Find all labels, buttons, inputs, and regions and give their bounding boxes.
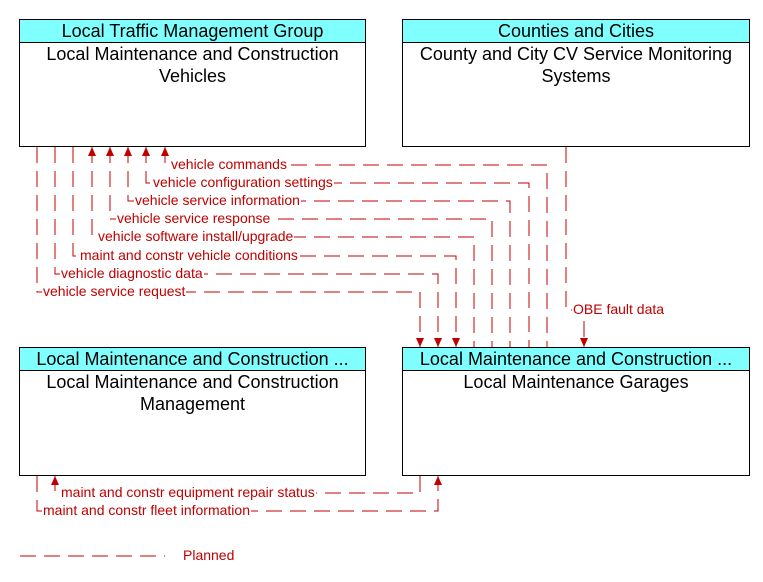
flow-label: OBE fault data xyxy=(572,301,666,317)
box-lmc-management[interactable]: Local Maintenance and Construction ... L… xyxy=(19,347,366,476)
box-header: Local Maintenance and Construction ... xyxy=(20,348,365,371)
arrowhead-icon xyxy=(580,338,588,347)
legend-label: Planned xyxy=(182,547,236,563)
box-header: Local Traffic Management Group xyxy=(20,20,365,43)
box-header: Local Maintenance and Construction ... xyxy=(403,348,749,371)
flow-label: vehicle software install/upgrade xyxy=(97,228,295,244)
flow-label: vehicle configuration settings xyxy=(152,174,334,190)
arrowhead-icon xyxy=(434,476,442,485)
box-title: Local Maintenance and Construction Vehic… xyxy=(46,44,339,86)
flow-label: vehicle service information xyxy=(134,192,301,208)
box-title: County and City CV Service Monitoring Sy… xyxy=(419,44,733,86)
box-title: Local Maintenance and Construction Manag… xyxy=(46,372,339,414)
flow-label: maint and constr vehicle conditions xyxy=(79,247,299,263)
diagram: Local Traffic Management Group Local Mai… xyxy=(0,0,763,582)
flow-label: vehicle service response xyxy=(116,210,272,226)
arrowhead-icon xyxy=(124,147,132,156)
arrowhead-icon xyxy=(161,147,169,156)
flow-label: vehicle commands xyxy=(170,156,288,172)
box-lmc-vehicles[interactable]: Local Traffic Management Group Local Mai… xyxy=(19,19,366,147)
flow-label: maint and constr fleet information xyxy=(42,502,251,518)
box-title: Local Maintenance Garages xyxy=(463,372,689,392)
box-garages[interactable]: Local Maintenance and Construction ... L… xyxy=(402,347,750,476)
box-header: Counties and Cities xyxy=(403,20,749,43)
box-cv-monitoring[interactable]: Counties and Cities County and City CV S… xyxy=(402,19,750,147)
arrowhead-icon xyxy=(88,147,96,156)
arrowhead-icon xyxy=(452,338,460,347)
arrowhead-icon xyxy=(434,338,442,347)
flow-label: vehicle service request xyxy=(42,283,187,299)
arrowhead-icon xyxy=(142,147,150,156)
flow-line xyxy=(565,147,585,347)
arrowhead-icon xyxy=(416,338,424,347)
arrowhead-icon xyxy=(51,476,59,485)
flow-label: maint and constr equipment repair status xyxy=(60,484,316,500)
arrowhead-icon xyxy=(106,147,114,156)
flow-label: vehicle diagnostic data xyxy=(60,265,204,281)
